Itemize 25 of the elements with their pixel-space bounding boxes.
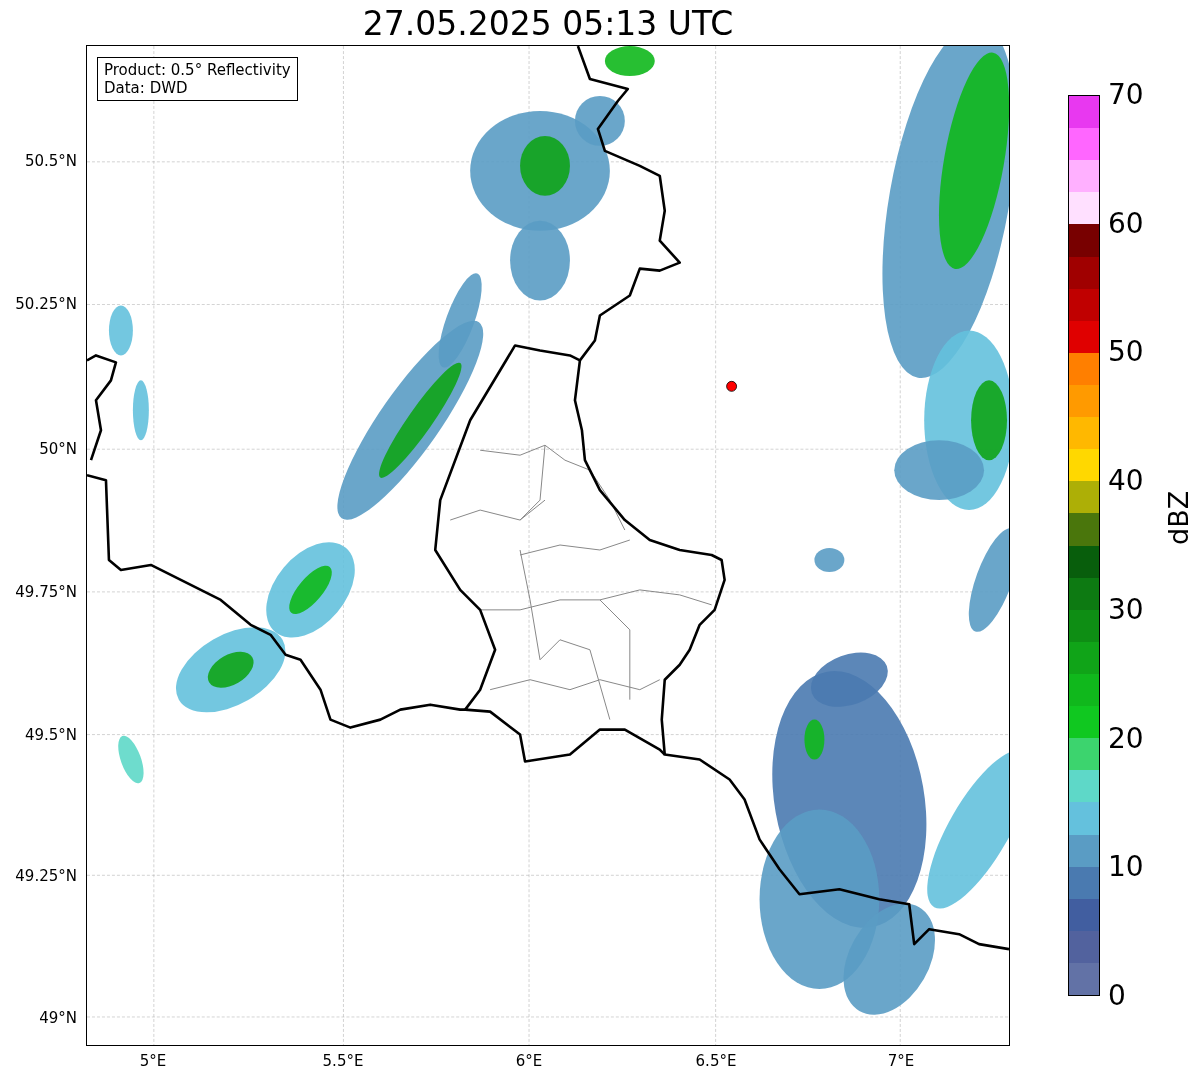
longitude-tick-label: 5.5°E <box>322 1052 364 1070</box>
latitude-tick-label: 50.25°N <box>15 295 77 313</box>
latitude-tick-label: 49.75°N <box>15 583 77 601</box>
chart-title: 27.05.2025 05:13 UTC <box>361 4 735 44</box>
colorbar-tick-label: 70 <box>1108 80 1144 110</box>
latitude-tick-label: 49.25°N <box>15 867 77 885</box>
latitude-tick-label: 49.5°N <box>24 726 77 744</box>
longitude-tick-label: 7°E <box>887 1052 915 1070</box>
colorbar-label: dBZ <box>1162 490 1194 545</box>
colorbar-tick-label: 60 <box>1108 208 1144 239</box>
longitude-tick-label: 6.5°E <box>695 1052 737 1070</box>
colorbar-tick-label: 10 <box>1108 852 1144 883</box>
latitude-tick-label: 49°N <box>39 1009 77 1027</box>
longitude-tick-label: 6°E <box>515 1052 543 1070</box>
longitude-tick-label: 5°E <box>139 1052 167 1070</box>
latitude-tick-label: 50.5°N <box>24 152 77 170</box>
radar-site-marker <box>726 380 737 392</box>
legend-text: Data: DWD <box>104 79 189 97</box>
colorbar-tick-label: 50 <box>1108 337 1144 368</box>
colorbar-tick-label: 20 <box>1108 723 1144 754</box>
latitude-tick-label: 50°N <box>39 440 77 458</box>
colorbar-tick-label: 40 <box>1108 466 1144 497</box>
colorbar-tick-label: 30 <box>1108 594 1144 625</box>
colorbar-tick-label: 0 <box>1108 981 1126 1011</box>
legend-text: Product: 0.5° Reflectivity <box>104 61 291 79</box>
